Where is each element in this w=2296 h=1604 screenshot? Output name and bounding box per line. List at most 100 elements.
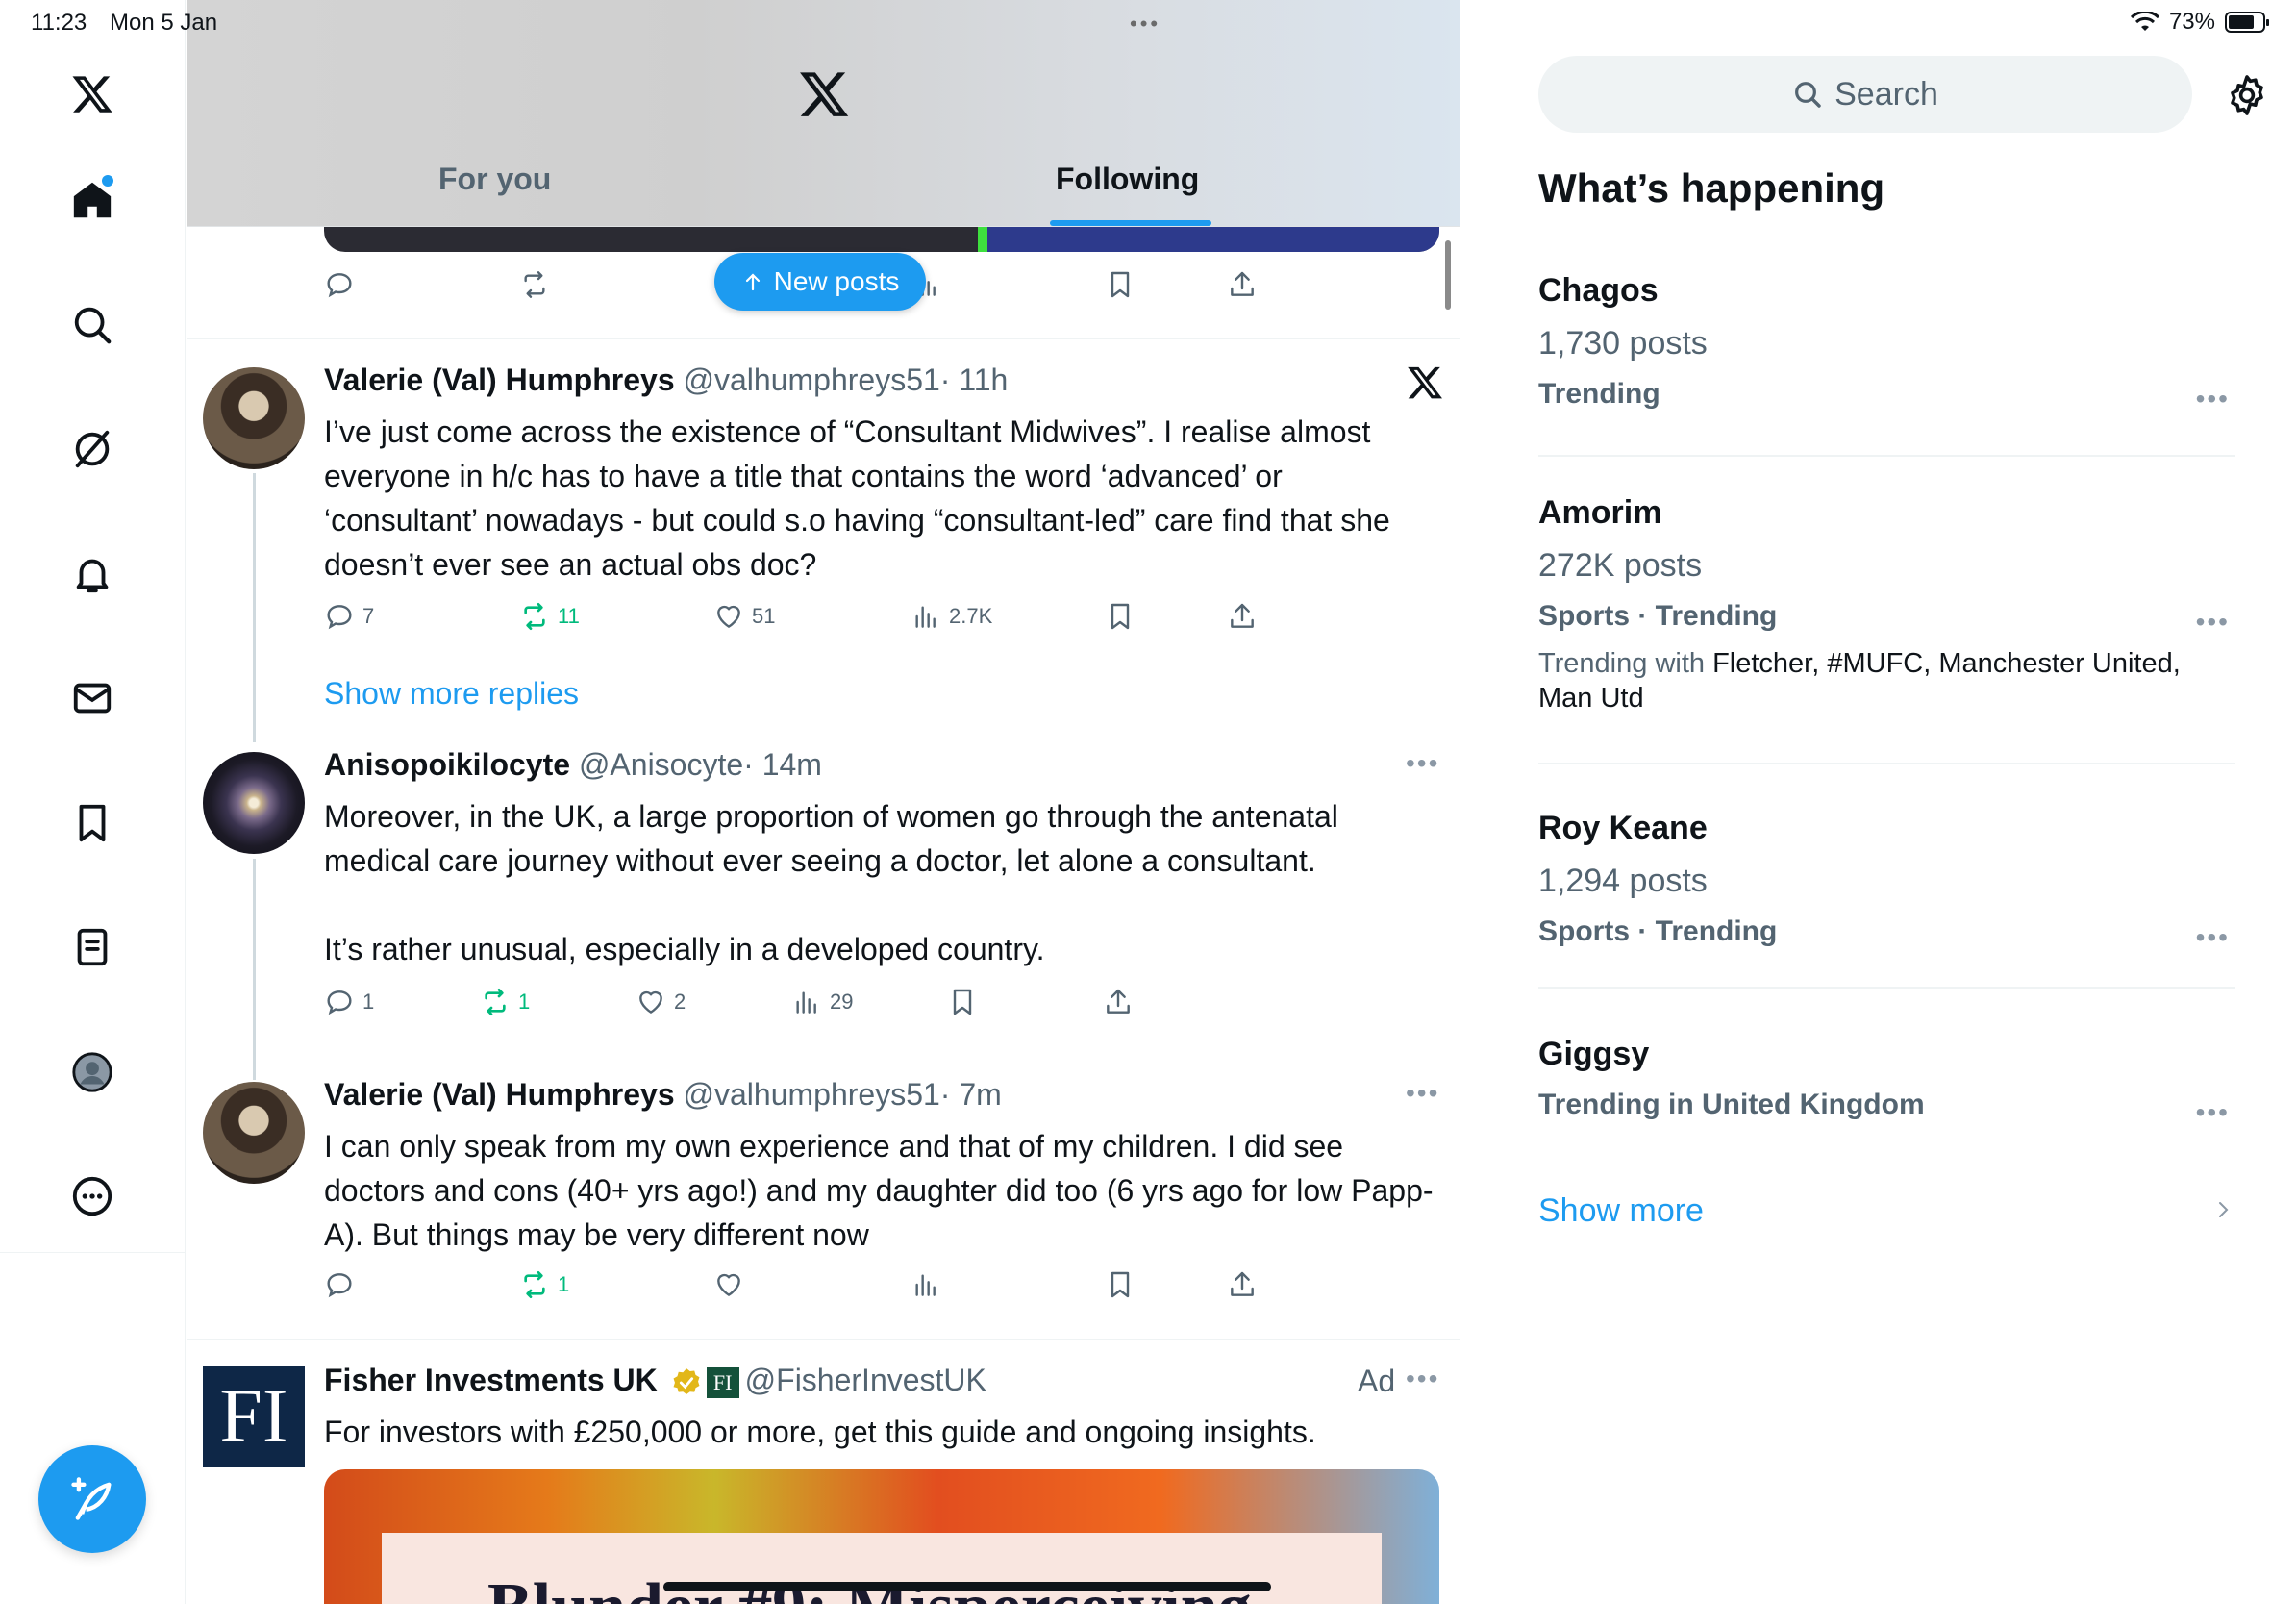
- verified-gold-badge-icon: [673, 1367, 700, 1394]
- post-header: Valerie (Val) Humphreys @valhumphreys51·…: [324, 1077, 1002, 1113]
- repost-button[interactable]: 1: [480, 987, 530, 1017]
- ad-label: Ad: [1358, 1364, 1396, 1398]
- trend-divider: [1538, 763, 2235, 764]
- trend-more-icon[interactable]: •••: [2196, 384, 2230, 414]
- multitasking-dots-icon[interactable]: •••: [1130, 12, 1160, 37]
- author-handle[interactable]: @valhumphreys51: [684, 1077, 940, 1112]
- search-input[interactable]: Search: [1538, 56, 2192, 133]
- share-button[interactable]: [1227, 601, 1258, 632]
- reply-button[interactable]: 1: [324, 987, 374, 1017]
- author-name[interactable]: Valerie (Val) Humphreys: [324, 1077, 675, 1112]
- trend-more-icon[interactable]: •••: [2196, 922, 2230, 953]
- post-time: · 7m: [939, 1077, 1002, 1112]
- right-sidebar: Search What’s happening Chagos 1,730 pos…: [1461, 0, 2296, 1604]
- trend-item[interactable]: Chagos 1,730 posts Trending •••: [1538, 272, 2235, 414]
- like-button[interactable]: 51: [713, 601, 775, 632]
- status-date: Mon 5 Jan: [110, 10, 218, 36]
- show-more-trends-link[interactable]: Show more: [1538, 1192, 1704, 1230]
- trend-item[interactable]: Amorim 272K posts Sports · Trending Tren…: [1538, 494, 2235, 715]
- post-actions: 1: [324, 1269, 1439, 1308]
- post-more-icon[interactable]: •••: [1406, 1364, 1439, 1394]
- trend-item[interactable]: Roy Keane 1,294 posts Sports · Trending …: [1538, 810, 2235, 952]
- compose-post-button[interactable]: [38, 1445, 146, 1553]
- active-tab-indicator: [1050, 220, 1211, 226]
- post-more-icon[interactable]: •••: [1406, 1078, 1439, 1109]
- views-chart-icon: [915, 606, 936, 628]
- grok-icon[interactable]: [58, 414, 127, 484]
- like-button[interactable]: 2: [636, 987, 686, 1017]
- author-handle[interactable]: @Anisocyte: [579, 747, 743, 782]
- advertiser-handle[interactable]: @FisherInvestUK: [745, 1363, 986, 1397]
- like-button[interactable]: [713, 1269, 744, 1300]
- x-logo-icon[interactable]: [797, 67, 851, 121]
- post-time: · 11h: [939, 363, 1009, 397]
- avatar-valerie-humphreys[interactable]: [203, 1082, 305, 1184]
- more-options-icon[interactable]: [58, 1162, 127, 1231]
- share-icon: [1231, 1271, 1254, 1296]
- bookmark-button[interactable]: [947, 987, 978, 1017]
- post-divider: [187, 338, 1460, 339]
- views-button[interactable]: 2.7K: [911, 601, 992, 632]
- trend-more-icon[interactable]: •••: [2196, 1097, 2230, 1128]
- reply-icon: [327, 1273, 352, 1298]
- profile-avatar-icon[interactable]: [58, 1038, 127, 1107]
- tab-for-you[interactable]: For you: [438, 162, 551, 197]
- nav-divider: [0, 1252, 186, 1253]
- author-name[interactable]: Anisopoikilocyte: [324, 747, 570, 782]
- home-indicator[interactable]: [663, 1582, 1271, 1591]
- reply-button[interactable]: 7: [324, 601, 374, 632]
- bookmarks-icon[interactable]: [58, 789, 127, 858]
- share-icon: [1107, 989, 1130, 1014]
- thread-line-dotted: [253, 728, 256, 739]
- trend-item[interactable]: Giggsy Trending in United Kingdom •••: [1538, 1036, 2235, 1127]
- bookmark-button[interactable]: [1105, 269, 1136, 300]
- trend-name: Amorim: [1538, 494, 1662, 531]
- tab-following[interactable]: Following: [1056, 162, 1199, 197]
- share-icon: [1231, 271, 1254, 296]
- trend-more-icon[interactable]: •••: [2196, 607, 2230, 638]
- post-text-paragraph-2: It’s rather unusual, especially in a dev…: [324, 932, 1045, 966]
- x-logo-icon[interactable]: [58, 60, 127, 129]
- repost-button[interactable]: 11: [519, 601, 580, 632]
- reply-button[interactable]: [324, 1269, 355, 1300]
- trend-count: 272K posts: [1538, 547, 1703, 584]
- previous-post-media[interactable]: [324, 227, 1439, 252]
- bookmark-icon: [1111, 271, 1130, 298]
- messages-envelope-icon[interactable]: [58, 664, 127, 733]
- search-icon[interactable]: [58, 290, 127, 360]
- compose-feather-icon: [71, 1477, 112, 1520]
- new-posts-button[interactable]: New posts: [714, 253, 926, 311]
- views-button[interactable]: [911, 1269, 941, 1300]
- advertiser-logo[interactable]: FI: [203, 1366, 305, 1467]
- home-notification-dot: [102, 175, 113, 187]
- ad-image-card: Blunder #9: Misperceiving: [382, 1533, 1382, 1604]
- timeline: For you Following New posts Valerie (Val…: [187, 0, 1460, 1604]
- post-more-icon[interactable]: •••: [1406, 748, 1439, 779]
- share-button[interactable]: [1103, 987, 1134, 1017]
- avatar-valerie-humphreys[interactable]: [203, 367, 305, 469]
- repost-button[interactable]: [519, 269, 550, 300]
- scrollbar[interactable]: [1445, 240, 1451, 310]
- show-more-replies-link[interactable]: Show more replies: [324, 676, 579, 712]
- repost-button[interactable]: 1: [519, 1269, 569, 1300]
- bookmark-button[interactable]: [1105, 1269, 1136, 1300]
- notifications-bell-icon[interactable]: [58, 539, 127, 609]
- settings-gear-icon[interactable]: [2224, 72, 2270, 118]
- lists-icon[interactable]: [58, 913, 127, 982]
- reply-count: 1: [362, 990, 375, 1014]
- avatar-anisopoikilocyte[interactable]: [203, 752, 305, 854]
- arrow-up-icon: [745, 273, 760, 291]
- views-button[interactable]: 29: [791, 987, 853, 1017]
- home-icon[interactable]: [58, 165, 127, 235]
- share-icon: [1231, 603, 1254, 628]
- share-button[interactable]: [1227, 1269, 1258, 1300]
- reply-button[interactable]: [324, 269, 355, 300]
- repost-count: 11: [558, 604, 580, 628]
- advertiser-name[interactable]: Fisher Investments UK: [324, 1363, 658, 1397]
- author-handle[interactable]: @valhumphreys51: [684, 363, 940, 397]
- bookmark-button[interactable]: [1105, 601, 1136, 632]
- author-name[interactable]: Valerie (Val) Humphreys: [324, 363, 675, 397]
- trend-divider: [1538, 987, 2235, 989]
- advertiser-logo-text: FI: [219, 1373, 288, 1459]
- share-button[interactable]: [1227, 269, 1258, 300]
